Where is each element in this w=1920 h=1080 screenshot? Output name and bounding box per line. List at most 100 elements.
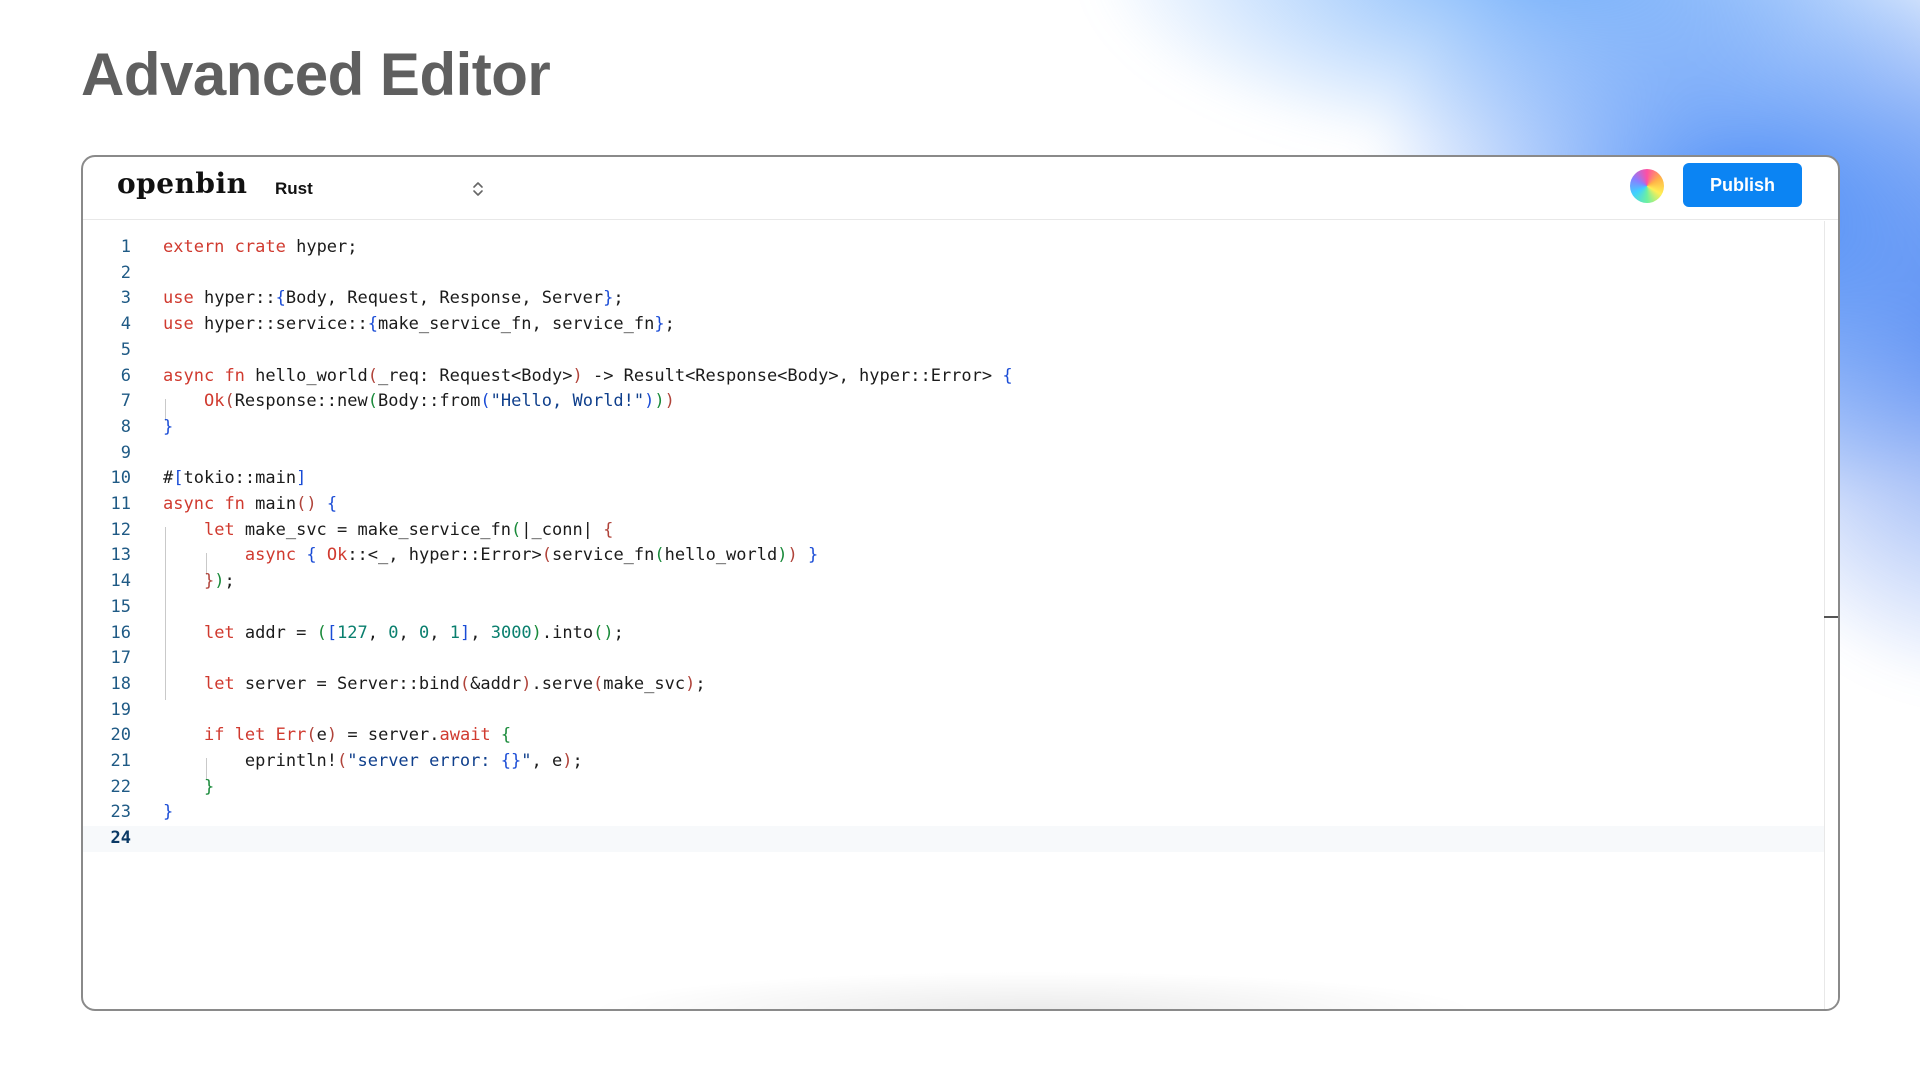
code-token: addr = [234, 622, 317, 643]
code-token: ] [296, 468, 307, 489]
code-token: hello_world [244, 365, 368, 386]
code-token: ( [367, 365, 378, 386]
line-number: 20 [110, 725, 131, 746]
code-token: [ [326, 622, 338, 643]
code-token: eprintln! [163, 751, 337, 771]
code-line[interactable]: 7 Ok(Response::new(Body::from("Hello, Wo… [83, 389, 1824, 415]
line-number: 16 [110, 622, 131, 643]
code-line[interactable]: 13 async { Ok::<_, hyper::Error>(service… [83, 543, 1824, 569]
code-token: .serve [531, 673, 593, 694]
code-token: ) [572, 365, 583, 386]
code-token: fn [224, 365, 245, 386]
code-text: } [163, 800, 173, 826]
line-number: 3 [120, 288, 131, 309]
vertical-scrollbar[interactable] [1824, 221, 1838, 1009]
line-number: 23 [110, 802, 131, 823]
code-text: if let Err(e) = server.await { [163, 723, 511, 749]
code-line[interactable]: 2 [83, 261, 1824, 287]
code-token: fn [224, 494, 245, 514]
code-line[interactable]: 17 [83, 646, 1824, 672]
chevron-up-down-icon [471, 179, 485, 199]
scrollbar-position-marker[interactable] [1824, 616, 1838, 618]
line-number: 13 [110, 545, 131, 566]
line-number: 15 [110, 596, 131, 617]
code-token: ( [316, 622, 327, 643]
code-line[interactable]: 22 } [83, 775, 1824, 801]
code-line[interactable]: 4 use hyper::service::{make_service_fn, s… [83, 312, 1824, 338]
code-token: ; [224, 571, 235, 592]
code-token: hyper; [285, 237, 358, 257]
code-token: ) [562, 751, 573, 771]
code-line[interactable]: 19 [83, 698, 1824, 724]
code-token: ( [654, 545, 665, 566]
code-token: ) [214, 571, 225, 592]
code-token: Body::from [378, 391, 481, 412]
code-token: = server. [337, 725, 440, 746]
line-number: 17 [110, 648, 131, 669]
code-line[interactable]: 23} [83, 800, 1824, 826]
code-token: { [367, 314, 378, 335]
code-token: server = Server::bind [234, 673, 460, 694]
code-token: Err [275, 725, 307, 746]
language-select[interactable]: Rust [275, 175, 485, 203]
code-line[interactable]: 10 #[tokio::main] [83, 466, 1824, 492]
code-token: ( [511, 519, 522, 540]
code-token: Ok [326, 545, 348, 566]
code-token: () [593, 622, 614, 643]
code-line[interactable]: 15 [83, 595, 1824, 621]
code-text: eprintln!("server error: {}", e); [163, 749, 583, 775]
code-editor-window: openbin Rust Publish 1 extern crate hyper… [81, 155, 1840, 1011]
code-token: ; [664, 314, 675, 335]
code-token: let [234, 725, 266, 746]
line-number: 22 [110, 776, 131, 797]
line-number: 24 [110, 828, 131, 849]
code-line[interactable]: 16 let addr = ([127, 0, 0, 1], 3000).int… [83, 621, 1824, 647]
code-token: Ok [203, 391, 225, 412]
code-token: ::<_, hyper::Error> [347, 545, 542, 566]
editor-toolbar: openbin Rust Publish [83, 157, 1838, 220]
code-text: } [163, 775, 214, 801]
code-token: { [306, 545, 317, 566]
code-line[interactable]: 12 let make_svc = make_service_fn(|_conn… [83, 518, 1824, 544]
code-line[interactable]: 9 [83, 441, 1824, 467]
code-line[interactable]: 18 let server = Server::bind(&addr).serv… [83, 672, 1824, 698]
code-token: &addr [470, 673, 522, 694]
code-line[interactable]: 21 eprintln!("server error: {}", e); [83, 749, 1824, 775]
avatar[interactable] [1630, 169, 1664, 203]
line-number: 5 [120, 339, 131, 360]
code-token: () [296, 494, 317, 514]
code-text: async fn main() { [163, 492, 337, 518]
code-line[interactable]: 5 [83, 338, 1824, 364]
code-token: if [203, 725, 225, 746]
code-token: ; [613, 622, 624, 643]
line-number: 8 [120, 416, 131, 437]
code-token: hyper:: [193, 288, 276, 309]
code-line[interactable]: 24 [83, 826, 1824, 852]
publish-button[interactable]: Publish [1683, 163, 1802, 207]
code-token: hyper::service:: [193, 314, 368, 335]
code-line[interactable]: 1 extern crate hyper; [83, 235, 1824, 261]
code-token: ) [777, 545, 788, 566]
code-line[interactable]: 8} [83, 415, 1824, 441]
code-token: await [439, 725, 491, 746]
code-area[interactable]: 1 extern crate hyper; 2 3 use hyper::{Body, … [83, 221, 1824, 1009]
code-line[interactable]: 14 }); [83, 569, 1824, 595]
line-number: 6 [120, 365, 131, 386]
code-line[interactable]: 3 use hyper::{Body, Request, Response, Se… [83, 286, 1824, 312]
bottom-shadow [583, 971, 1483, 1009]
code-token: |_conn| [521, 519, 604, 540]
code-line[interactable]: 6 async fn hello_world(_req: Request<Body… [83, 364, 1824, 390]
line-number: 14 [110, 571, 131, 592]
code-line[interactable]: 20 if let Err(e) = server.await { [83, 723, 1824, 749]
code-line[interactable]: 11 async fn main() { [83, 492, 1824, 518]
code-text: #[tokio::main] [163, 466, 306, 492]
code-token: ) [531, 622, 542, 643]
